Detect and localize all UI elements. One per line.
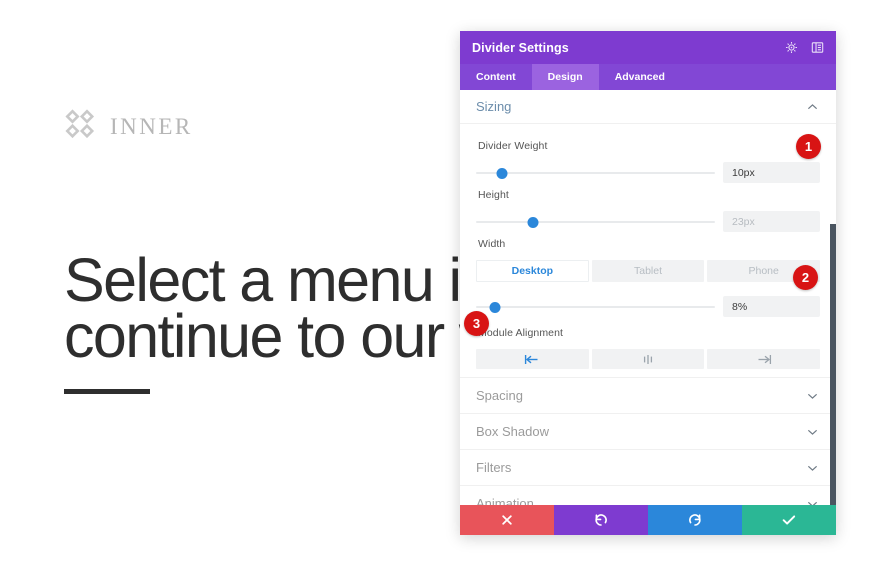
section-header-animation[interactable]: Animation	[460, 486, 836, 505]
divider-settings-panel: Divider Settings Content Design Advanced…	[460, 31, 836, 535]
cancel-button[interactable]	[460, 505, 554, 535]
align-center-icon	[640, 354, 656, 365]
section-header-sizing[interactable]: Sizing	[460, 90, 836, 124]
field-label-height: Height	[478, 189, 509, 201]
section-content-sizing: Divider Weight 10px Height 23px Width De…	[460, 124, 836, 377]
undo-button[interactable]	[554, 505, 648, 535]
redo-icon	[688, 513, 702, 527]
align-center-button[interactable]	[591, 349, 705, 369]
align-left-icon	[524, 354, 540, 365]
chevron-down-icon	[807, 428, 818, 436]
field-height: 23px	[476, 211, 820, 232]
field-label-divider-weight: Divider Weight	[478, 140, 548, 152]
panel-action-bar	[460, 505, 836, 535]
chevron-down-icon	[807, 392, 818, 400]
divider-module[interactable]	[64, 389, 150, 394]
height-slider[interactable]	[476, 214, 715, 230]
panel-scrollbar[interactable]	[830, 224, 836, 505]
check-icon	[782, 514, 796, 526]
panel-titlebar[interactable]: Divider Settings	[460, 31, 836, 64]
panel-layout-icon[interactable]	[811, 41, 824, 54]
section-label-spacing: Spacing	[476, 388, 523, 403]
chevron-up-icon	[807, 103, 818, 111]
section-label-box-shadow: Box Shadow	[476, 424, 549, 439]
width-input[interactable]: 8%	[723, 296, 820, 317]
tab-design[interactable]: Design	[531, 64, 599, 90]
device-tab-desktop[interactable]: Desktop	[476, 260, 589, 282]
field-label-width: Width	[478, 238, 506, 250]
undo-icon	[594, 513, 608, 527]
device-tab-tablet[interactable]: Tablet	[591, 260, 705, 282]
four-diamond-logo-icon	[64, 108, 100, 144]
help-icon[interactable]	[785, 41, 798, 54]
section-label-sizing: Sizing	[476, 99, 512, 114]
panel-title: Divider Settings	[472, 40, 569, 55]
screenshot-root: INNER Select a menu it continue to our w…	[0, 0, 880, 577]
width-slider-track	[476, 305, 715, 308]
section-label-animation: Animation	[476, 496, 534, 505]
width-slider-handle[interactable]	[489, 301, 501, 313]
align-left-button[interactable]	[476, 349, 589, 369]
chevron-down-icon	[807, 464, 818, 472]
section-header-spacing[interactable]: Spacing	[460, 378, 836, 414]
step-badge-2: 2	[793, 265, 818, 290]
page-title: Select a menu it continue to our w	[64, 250, 503, 367]
width-slider[interactable]	[476, 299, 715, 315]
step-badge-3: 3	[464, 311, 489, 336]
height-slider-track	[476, 220, 715, 223]
save-button[interactable]	[742, 505, 836, 535]
tab-content[interactable]: Content	[460, 64, 532, 90]
align-right-icon	[756, 354, 772, 365]
chevron-down-icon	[807, 500, 818, 505]
titlebar-icons	[785, 41, 824, 54]
divider-weight-slider[interactable]	[476, 165, 715, 181]
divider-weight-input[interactable]: 10px	[723, 162, 820, 183]
site-logo-text: INNER	[110, 113, 193, 139]
divider-weight-slider-handle[interactable]	[496, 167, 508, 179]
height-slider-handle[interactable]	[527, 216, 539, 228]
collapsed-sections: Spacing Box Shadow Filters Animation	[460, 377, 836, 505]
tab-advanced[interactable]: Advanced	[599, 64, 681, 90]
redo-button[interactable]	[648, 505, 742, 535]
section-label-filters: Filters	[476, 460, 512, 475]
panel-body: Sizing Divider Weight 10px Height 23px W…	[460, 90, 836, 505]
height-input[interactable]: 23px	[723, 211, 820, 232]
module-alignment-group	[476, 349, 821, 369]
divider-weight-slider-track	[476, 171, 715, 174]
step-badge-1: 1	[796, 134, 821, 159]
field-divider-weight: 10px	[476, 162, 820, 183]
section-header-box-shadow[interactable]: Box Shadow	[460, 414, 836, 450]
close-icon	[501, 514, 513, 526]
panel-tabs: Content Design Advanced	[460, 64, 836, 90]
width-device-tabs: Desktop Tablet Phone	[476, 260, 821, 282]
field-label-module-alignment: Module Alignment	[478, 327, 564, 339]
page-title-line-2: continue to our w	[64, 302, 503, 371]
section-header-filters[interactable]: Filters	[460, 450, 836, 486]
site-logo[interactable]: INNER	[64, 108, 193, 144]
align-right-button[interactable]	[707, 349, 821, 369]
field-width: 8%	[476, 296, 820, 317]
